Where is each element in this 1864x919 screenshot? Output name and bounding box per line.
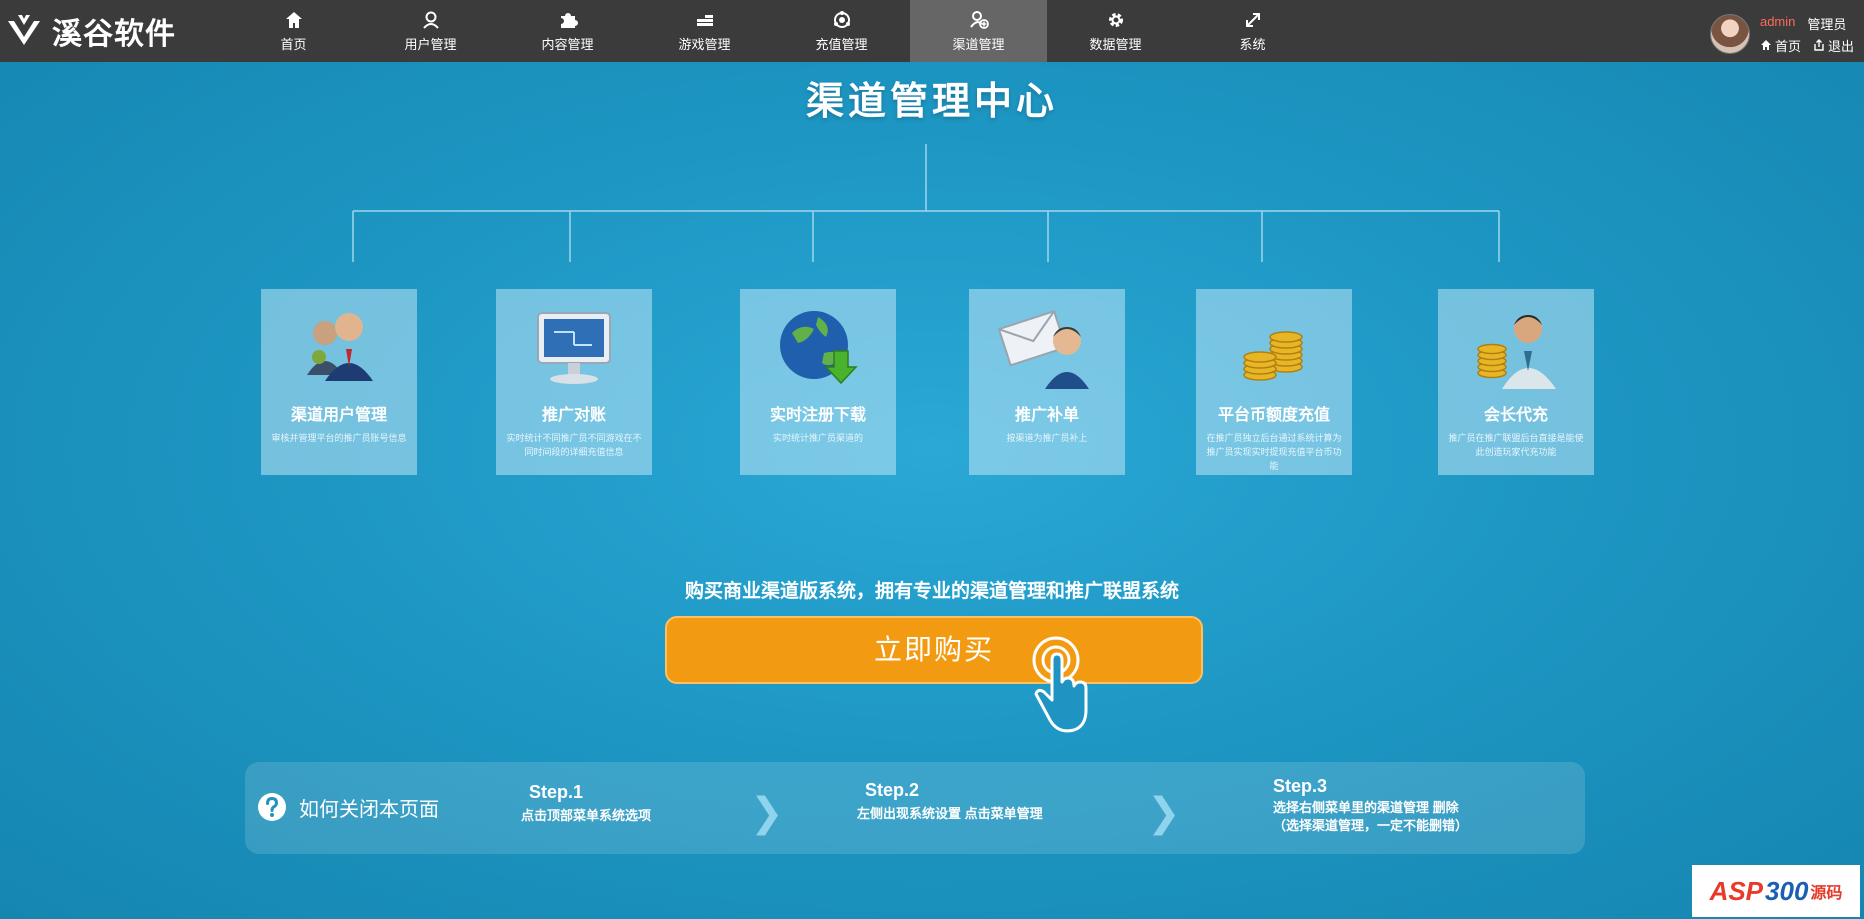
puzzle-icon [560, 12, 578, 28]
channel-icon [969, 10, 989, 29]
card-desc: 实时统计推广员渠道的 [772, 433, 863, 443]
question-circle-icon [258, 793, 286, 821]
watermark-text: 源码 [1810, 885, 1843, 902]
monitor-illustration-icon [537, 312, 611, 384]
top-bar: 溪谷软件 首页 用户管理 内容管理 游戏管理 充值管理 渠道管理 数据管理 系统… [0, 0, 1864, 62]
watermark-text: 300 [1765, 875, 1809, 906]
steps-panel: 如何关闭本页面 Step.1 点击顶部菜单系统选项 ❯ Step.2 左侧出现系… [245, 762, 1585, 854]
card-desc: 实时统计不同推广员不同游戏在不同时间段的详细充值信息 [506, 433, 642, 457]
home-icon [285, 11, 302, 28]
watermark-logo: ASP 300 源码 [1692, 865, 1860, 917]
card-desc: 在推广员独立后台通过系统计算为推广员实现实时提现充值平台币功能 [1206, 433, 1342, 471]
logo-mark-icon [8, 15, 40, 45]
card-guild-recharge[interactable]: 会长代充 推广员在推广联盟后台直接是能使此创造玩家代充功能 [1438, 289, 1594, 475]
card-desc: 按渠道为推广员补上 [1006, 433, 1088, 443]
nav-label: 用户管理 [404, 36, 457, 52]
nav-label: 游戏管理 [678, 36, 731, 52]
user-name-row: admin 管理员 [1760, 14, 1854, 33]
card-promo-supplement[interactable]: 推广补单 按渠道为推广员补上 [969, 289, 1125, 475]
hand-pointer-icon [1032, 636, 1088, 733]
guild-leader-illustration-icon [1477, 315, 1556, 389]
step-3: Step.3 选择右侧菜单里的渠道管理 删除 （选择渠道管理，一定不能删错） [1273, 776, 1468, 835]
card-promo-reconcile[interactable]: 推广对账 实时统计不同推广员不同游戏在不同时间段的详细充值信息 [496, 289, 652, 475]
logout-link[interactable]: 退出 [1813, 36, 1854, 55]
card-channel-users[interactable]: 渠道用户管理 审核并管理平台的推广员账号信息 [261, 289, 417, 475]
nav-channel[interactable]: 渠道管理 [910, 0, 1047, 62]
card-realtime-register[interactable]: 实时注册下载 实时统计推广员渠道的 [740, 289, 896, 475]
card-desc: 推广员在推广联盟后台直接是能使此创造玩家代充功能 [1448, 433, 1584, 457]
user-panel: admin 管理员 首页 退出 [1709, 10, 1854, 58]
watermark-text: ASP [1709, 875, 1764, 906]
coins-icon [696, 14, 713, 26]
nav-recharge[interactable]: 充值管理 [773, 0, 910, 62]
nav-label: 系统 [1239, 36, 1266, 52]
user-links-row: 首页 退出 [1760, 36, 1854, 55]
coins-illustration-icon [1243, 331, 1303, 381]
page-title: 渠道管理中心 [805, 81, 1058, 123]
main-nav: 首页 用户管理 内容管理 游戏管理 充值管理 渠道管理 数据管理 系统 [225, 0, 1321, 62]
nav-users[interactable]: 用户管理 [362, 0, 499, 62]
card-title: 会长代充 [1483, 407, 1548, 424]
step-desc-2: （选择渠道管理，一定不能删错） [1273, 818, 1469, 833]
card-title: 推广补单 [1014, 407, 1079, 424]
step-title: Step.1 [529, 782, 584, 802]
mail-agent-illustration-icon [997, 309, 1089, 389]
help-label: 如何关闭本页面 [299, 798, 439, 821]
nav-label: 渠道管理 [952, 36, 1005, 52]
help-heading: 如何关闭本页面 [257, 792, 439, 822]
step-title: Step.2 [865, 780, 920, 800]
users-illustration-icon [307, 313, 373, 381]
user-icon [422, 11, 439, 29]
expand-icon [1245, 12, 1260, 27]
chevron-right-icon: ❯ [750, 791, 784, 835]
user-info: admin 管理员 首页 退出 [1760, 14, 1854, 55]
globe-download-illustration-icon [780, 311, 858, 385]
logout-link-label: 退出 [1827, 38, 1854, 54]
nav-data[interactable]: 数据管理 [1047, 0, 1184, 62]
nav-content[interactable]: 内容管理 [499, 0, 636, 62]
nav-label: 首页 [280, 36, 307, 52]
nav-games[interactable]: 游戏管理 [636, 0, 773, 62]
brand-logo[interactable]: 溪谷软件 [4, 8, 176, 54]
step-title: Step.3 [1273, 776, 1328, 796]
nav-label: 内容管理 [541, 36, 594, 52]
promo-text: 购买商业渠道版系统，拥有专业的渠道管理和推广联盟系统 [684, 581, 1179, 602]
main-area: 渠道管理中心 渠道用户管理 审核并管理平台的推广员账号信息 推广对账 实时统计不… [0, 62, 1864, 919]
home-link-label: 首页 [1774, 38, 1801, 54]
step-1: Step.1 点击顶部菜单系统选项 [521, 782, 651, 825]
card-desc: 审核并管理平台的推广员账号信息 [271, 433, 407, 443]
step-desc: 点击顶部菜单系统选项 [521, 808, 652, 823]
user-role: 管理员 [1807, 16, 1847, 32]
nav-home[interactable]: 首页 [225, 0, 362, 62]
card-coin-recharge[interactable]: 平台币额度充值 在推广员独立后台通过系统计算为推广员实现实时提现充值平台币功能 [1196, 289, 1352, 475]
card-title: 渠道用户管理 [290, 407, 387, 424]
nav-system[interactable]: 系统 [1184, 0, 1321, 62]
nav-label: 数据管理 [1089, 36, 1142, 52]
card-title: 实时注册下载 [769, 407, 866, 424]
avatar[interactable] [1709, 14, 1750, 54]
home-icon [1760, 40, 1771, 50]
card-title: 平台币额度充值 [1217, 407, 1330, 424]
buy-now-button[interactable]: 立即购买 [665, 616, 1203, 684]
brand-name: 溪谷软件 [52, 18, 176, 51]
username: admin [1759, 13, 1796, 29]
card-title: 推广对账 [541, 407, 606, 424]
chevron-right-icon: ❯ [1147, 791, 1181, 835]
step-desc: 选择右侧菜单里的渠道管理 删除 [1273, 800, 1459, 815]
nav-label: 充值管理 [815, 36, 868, 52]
gear-icon [1108, 12, 1123, 27]
step-2: Step.2 左侧出现系统设置 点击菜单管理 [857, 780, 1043, 823]
recharge-icon [833, 10, 850, 28]
logout-icon [1814, 39, 1824, 51]
home-link[interactable]: 首页 [1760, 36, 1801, 55]
step-desc: 左侧出现系统设置 点击菜单管理 [857, 806, 1043, 821]
